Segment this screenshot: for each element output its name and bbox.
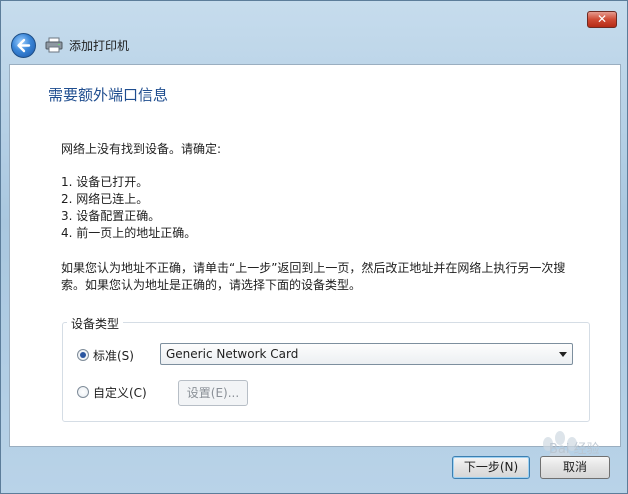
next-button[interactable]: 下一步(N) [452, 456, 530, 479]
device-type-group: 设备类型 标准(S) Generic Network Card 自定义(C) 设… [62, 315, 590, 422]
checklist-item-4: 4. 前一页上的地址正确。 [61, 226, 197, 240]
printer-icon [45, 37, 63, 53]
chevron-down-icon [559, 352, 567, 357]
device-type-legend: 设备类型 [67, 315, 124, 332]
settings-button[interactable]: 设置(E)... [178, 380, 248, 406]
add-printer-window: ✕ 添加打印机 需要额外端口信息 网络上没有找到设备。请确定: 1. 设备已打开… [0, 0, 628, 494]
back-arrow-icon [17, 38, 31, 53]
checklist-item-2: 2. 网络已连上。 [61, 192, 149, 206]
instruction-line-2: 索。如果您认为地址是正确的，请选择下面的设备类型。 [61, 278, 362, 292]
custom-radio[interactable] [77, 386, 89, 398]
window-title: 添加打印机 [69, 39, 130, 53]
cancel-button[interactable]: 取消 [540, 456, 610, 479]
page-heading: 需要额外端口信息 [48, 86, 169, 104]
standard-radio-label[interactable]: 标准(S) [93, 347, 134, 364]
intro-text: 网络上没有找到设备。请确定: [61, 142, 222, 156]
close-button[interactable]: ✕ [587, 11, 617, 28]
instruction-line-1: 如果您认为地址不正确，请单击“上一步”返回到上一页，然后改正地址并在网络上执行另… [61, 261, 566, 275]
close-icon: ✕ [596, 12, 608, 26]
wizard-content: 需要额外端口信息 网络上没有找到设备。请确定: 1. 设备已打开。 2. 网络已… [9, 64, 621, 447]
back-button[interactable] [11, 33, 36, 58]
device-type-select-value: Generic Network Card [166, 347, 299, 361]
watermark-text: Bai 经验 [549, 442, 600, 457]
checklist-item-1: 1. 设备已打开。 [61, 175, 149, 189]
device-type-select[interactable]: Generic Network Card [160, 343, 573, 365]
checklist-item-3: 3. 设备配置正确。 [61, 209, 161, 223]
standard-radio[interactable] [77, 349, 89, 361]
custom-radio-label[interactable]: 自定义(C) [93, 384, 147, 401]
